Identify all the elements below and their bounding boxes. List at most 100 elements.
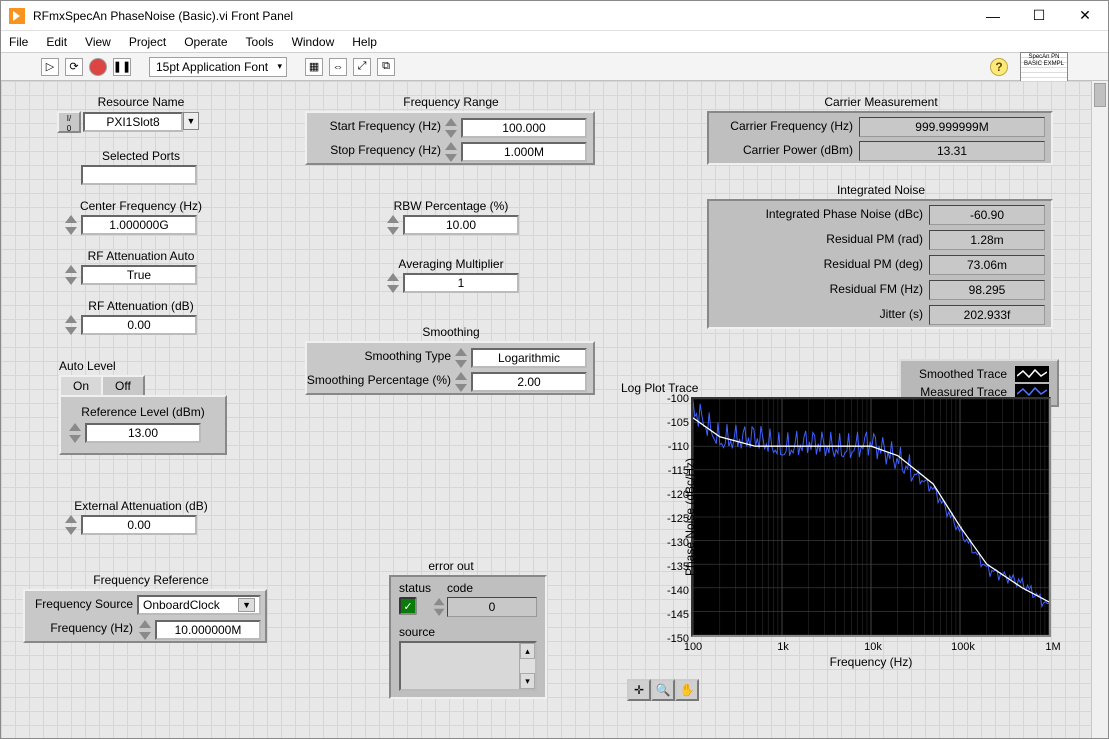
close-button[interactable]: ✕ xyxy=(1062,1,1108,31)
tab-off[interactable]: Off xyxy=(101,375,145,395)
align-button[interactable]: ▦ xyxy=(305,58,323,76)
carrier-meas-cluster: Carrier Frequency (Hz) 999.999999M Carri… xyxy=(707,111,1053,165)
phase-noise-plot[interactable]: Phase Noise (dBc/Hz) Frequency (Hz) -100… xyxy=(691,397,1051,637)
run-button[interactable]: ▷ xyxy=(41,58,59,76)
code-value: 0 xyxy=(447,597,537,617)
rf-att-label: RF Attenuation (dB) xyxy=(61,299,221,313)
minimize-button[interactable]: — xyxy=(970,1,1016,31)
legend-smoothed-swatch[interactable] xyxy=(1015,366,1049,382)
rf-att-auto-input[interactable]: True xyxy=(81,265,197,285)
center-freq-label: Center Frequency (Hz) xyxy=(61,199,221,213)
start-freq-input[interactable]: 100.000 xyxy=(461,118,587,138)
center-freq-input[interactable]: 1.000000G xyxy=(81,215,197,235)
freq-ref-cluster: Frequency Source OnboardClock ▼ Frequenc… xyxy=(23,589,267,643)
source-label: source xyxy=(399,625,435,639)
auto-level-tabs: OnOff Reference Level (dBm) 13.00 xyxy=(59,375,227,455)
center-freq-spinner[interactable] xyxy=(65,215,79,235)
carrier-power-label: Carrier Power (dBm) xyxy=(713,143,853,157)
resource-name-dropdown[interactable]: ▼ xyxy=(183,112,199,130)
rf-att-auto-spinner[interactable] xyxy=(65,265,79,285)
pause-button[interactable]: ❚❚ xyxy=(113,58,131,76)
avg-spinner[interactable] xyxy=(387,273,401,293)
scroll-down-icon[interactable]: ▾ xyxy=(520,673,535,689)
stop-freq-input[interactable]: 1.000M xyxy=(461,142,587,162)
res-pm-rad-label: Residual PM (rad) xyxy=(713,232,923,246)
error-out-cluster: status code ✓ 0 source ▴ ▾ xyxy=(389,575,547,699)
start-freq-spinner[interactable] xyxy=(445,118,459,138)
ext-att-spinner[interactable] xyxy=(65,515,79,535)
cursor-tool-button[interactable]: ✛ xyxy=(627,679,651,701)
rf-att-input[interactable]: 0.00 xyxy=(81,315,197,335)
menu-file[interactable]: File xyxy=(9,35,28,49)
source-value: ▴ ▾ xyxy=(399,641,537,691)
int-pn-label: Integrated Phase Noise (dBc) xyxy=(713,207,923,221)
status-label: status xyxy=(399,581,431,595)
menu-tools[interactable]: Tools xyxy=(246,35,274,49)
smoothing-pct-spinner[interactable] xyxy=(455,372,469,392)
selected-ports-input[interactable] xyxy=(81,165,197,185)
ext-att-input[interactable]: 0.00 xyxy=(81,515,197,535)
menu-project[interactable]: Project xyxy=(129,35,166,49)
panel-scrollbar[interactable] xyxy=(1091,81,1108,738)
source-scrollbar[interactable]: ▴ ▾ xyxy=(519,643,535,689)
int-noise-cluster: Integrated Phase Noise (dBc) -60.90 Resi… xyxy=(707,199,1053,329)
carrier-meas-label: Carrier Measurement xyxy=(761,95,1001,109)
stop-freq-spinner[interactable] xyxy=(445,142,459,162)
freq-hz-input[interactable]: 10.000000M xyxy=(155,620,261,640)
rbw-spinner[interactable] xyxy=(387,215,401,235)
titlebar: RFmxSpecAn PhaseNoise (Basic).vi Front P… xyxy=(1,1,1108,31)
resource-name-label: Resource Name xyxy=(61,95,221,109)
rbw-input[interactable]: 10.00 xyxy=(403,215,519,235)
rf-att-auto-label: RF Attenuation Auto xyxy=(61,249,221,263)
ref-level-input[interactable]: 13.00 xyxy=(85,423,201,443)
jitter-value: 202.933f xyxy=(929,305,1045,325)
smoothing-type-spinner[interactable] xyxy=(455,348,469,368)
distribute-button[interactable]: ⇔ xyxy=(329,58,347,76)
carrier-freq-label: Carrier Frequency (Hz) xyxy=(713,119,853,133)
freq-source-combo[interactable]: OnboardClock ▼ xyxy=(137,595,261,615)
stop-freq-label: Stop Frequency (Hz) xyxy=(311,143,441,157)
rf-att-spinner[interactable] xyxy=(65,315,79,335)
resize-button[interactable]: ⤢ xyxy=(353,58,371,76)
scroll-up-icon[interactable]: ▴ xyxy=(520,643,535,659)
res-pm-deg-value: 73.06m xyxy=(929,255,1045,275)
ref-level-spinner[interactable] xyxy=(69,423,83,443)
status-led: ✓ xyxy=(399,597,417,615)
menu-operate[interactable]: Operate xyxy=(184,35,227,49)
code-spinner xyxy=(434,598,447,616)
freq-hz-label: Frequency (Hz) xyxy=(29,621,133,635)
smoothing-cluster: Smoothing Type Logarithmic Smoothing Per… xyxy=(305,341,595,395)
smoothing-pct-label: Smoothing Percentage (%) xyxy=(301,373,451,387)
toolbar: ▷ ⟳ ❚❚ 15pt Application Font ▦ ⇔ ⤢ ⧉ ? S… xyxy=(1,53,1108,81)
maximize-button[interactable]: ☐ xyxy=(1016,1,1062,31)
freq-source-label: Frequency Source xyxy=(29,597,133,611)
freq-ref-label: Frequency Reference xyxy=(51,573,251,587)
graph-palette: ✛ 🔍 ✋ xyxy=(627,679,699,701)
int-pn-value: -60.90 xyxy=(929,205,1045,225)
smoothing-type-input[interactable]: Logarithmic xyxy=(471,348,587,368)
menu-view[interactable]: View xyxy=(85,35,111,49)
plot-xlabel: Frequency (Hz) xyxy=(830,655,913,669)
pan-tool-button[interactable]: ✋ xyxy=(675,679,699,701)
reorder-button[interactable]: ⧉ xyxy=(377,58,395,76)
smoothing-pct-input[interactable]: 2.00 xyxy=(471,372,587,392)
selected-ports-label: Selected Ports xyxy=(71,149,211,163)
io-type-icon[interactable]: I/0 xyxy=(57,111,81,133)
zoom-tool-button[interactable]: 🔍 xyxy=(651,679,675,701)
freq-source-value: OnboardClock xyxy=(143,598,220,612)
menu-window[interactable]: Window xyxy=(292,35,335,49)
help-icon[interactable]: ? xyxy=(990,58,1008,76)
menu-help[interactable]: Help xyxy=(352,35,377,49)
plot-svg xyxy=(693,399,1049,635)
font-selector[interactable]: 15pt Application Font xyxy=(149,57,287,77)
smoothing-label: Smoothing xyxy=(351,325,551,339)
menu-edit[interactable]: Edit xyxy=(46,35,67,49)
run-continuous-button[interactable]: ⟳ xyxy=(65,58,83,76)
freq-hz-spinner[interactable] xyxy=(139,620,153,640)
avg-input[interactable]: 1 xyxy=(403,273,519,293)
tab-on[interactable]: On xyxy=(59,375,103,395)
resource-name-value: PXI1Slot8 xyxy=(83,112,183,132)
vi-icon xyxy=(9,8,25,24)
front-panel: Resource Name I/0 PXI1Slot8 ▼ Selected P… xyxy=(1,81,1108,738)
abort-button[interactable] xyxy=(89,58,107,76)
